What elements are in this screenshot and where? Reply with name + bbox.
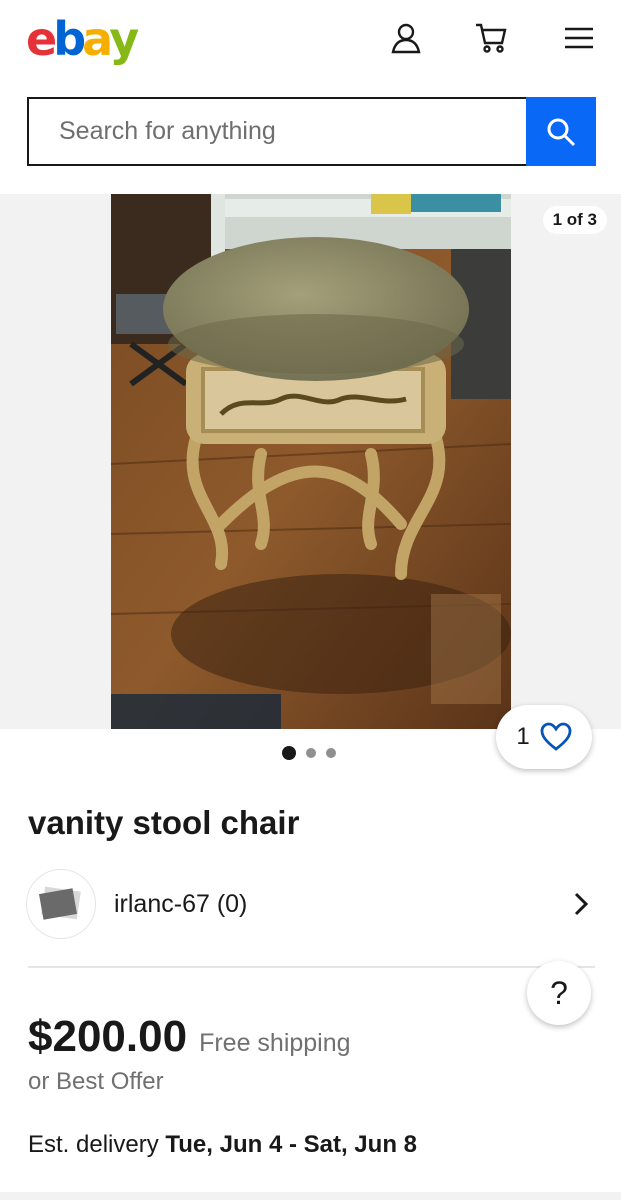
logo-letter-y: y — [109, 12, 139, 66]
listing-page: e b a y Search for anything 1 of 3 1 van… — [0, 0, 621, 1200]
help-button[interactable]: ? — [527, 961, 591, 1025]
watch-count: 1 — [516, 723, 530, 750]
best-offer-text: or Best Offer — [28, 1068, 164, 1095]
photo-placeholder-icon — [39, 886, 81, 920]
pagination-dot[interactable] — [282, 746, 296, 760]
estimated-delivery: Est. delivery Tue, Jun 4 - Sat, Jun 8 — [28, 1131, 417, 1159]
section-separator — [0, 1192, 621, 1200]
search-icon — [547, 118, 576, 146]
watch-button[interactable]: 1 — [496, 705, 592, 769]
seller-row[interactable]: irlanc-67 (0) — [26, 868, 596, 940]
image-counter: 1 of 3 — [542, 206, 607, 234]
price-row: $200.00 Free shipping — [28, 1012, 351, 1062]
search-input[interactable] — [27, 97, 526, 166]
item-title: vanity stool chair — [28, 804, 300, 841]
divider — [28, 966, 595, 968]
heart-icon — [540, 722, 572, 751]
logo-letter-b: b — [53, 12, 86, 66]
seller-name: irlanc-67 (0) — [114, 889, 248, 918]
image-gallery[interactable]: 1 of 3 — [0, 194, 621, 729]
pagination-dot[interactable] — [306, 748, 316, 758]
delivery-dates: Tue, Jun 4 - Sat, Jun 8 — [165, 1131, 417, 1158]
header: e b a y — [0, 0, 621, 80]
chevron-right-icon — [574, 892, 589, 916]
delivery-label: Est. delivery — [28, 1131, 166, 1158]
product-photo[interactable] — [111, 194, 511, 729]
account-icon[interactable] — [388, 18, 424, 58]
search-button[interactable] — [526, 97, 596, 166]
menu-icon[interactable] — [561, 18, 597, 58]
logo-letter-e: e — [26, 12, 57, 66]
logo-letter-a: a — [82, 12, 113, 66]
gallery-pagination — [282, 746, 336, 760]
ebay-logo[interactable]: e b a y — [26, 12, 139, 66]
pagination-dot[interactable] — [326, 748, 336, 758]
shipping-info: Free shipping — [199, 1029, 351, 1057]
cart-icon[interactable] — [473, 18, 509, 58]
seller-avatar — [26, 869, 96, 939]
item-price: $200.00 — [28, 1012, 188, 1061]
search-bar — [27, 97, 596, 166]
